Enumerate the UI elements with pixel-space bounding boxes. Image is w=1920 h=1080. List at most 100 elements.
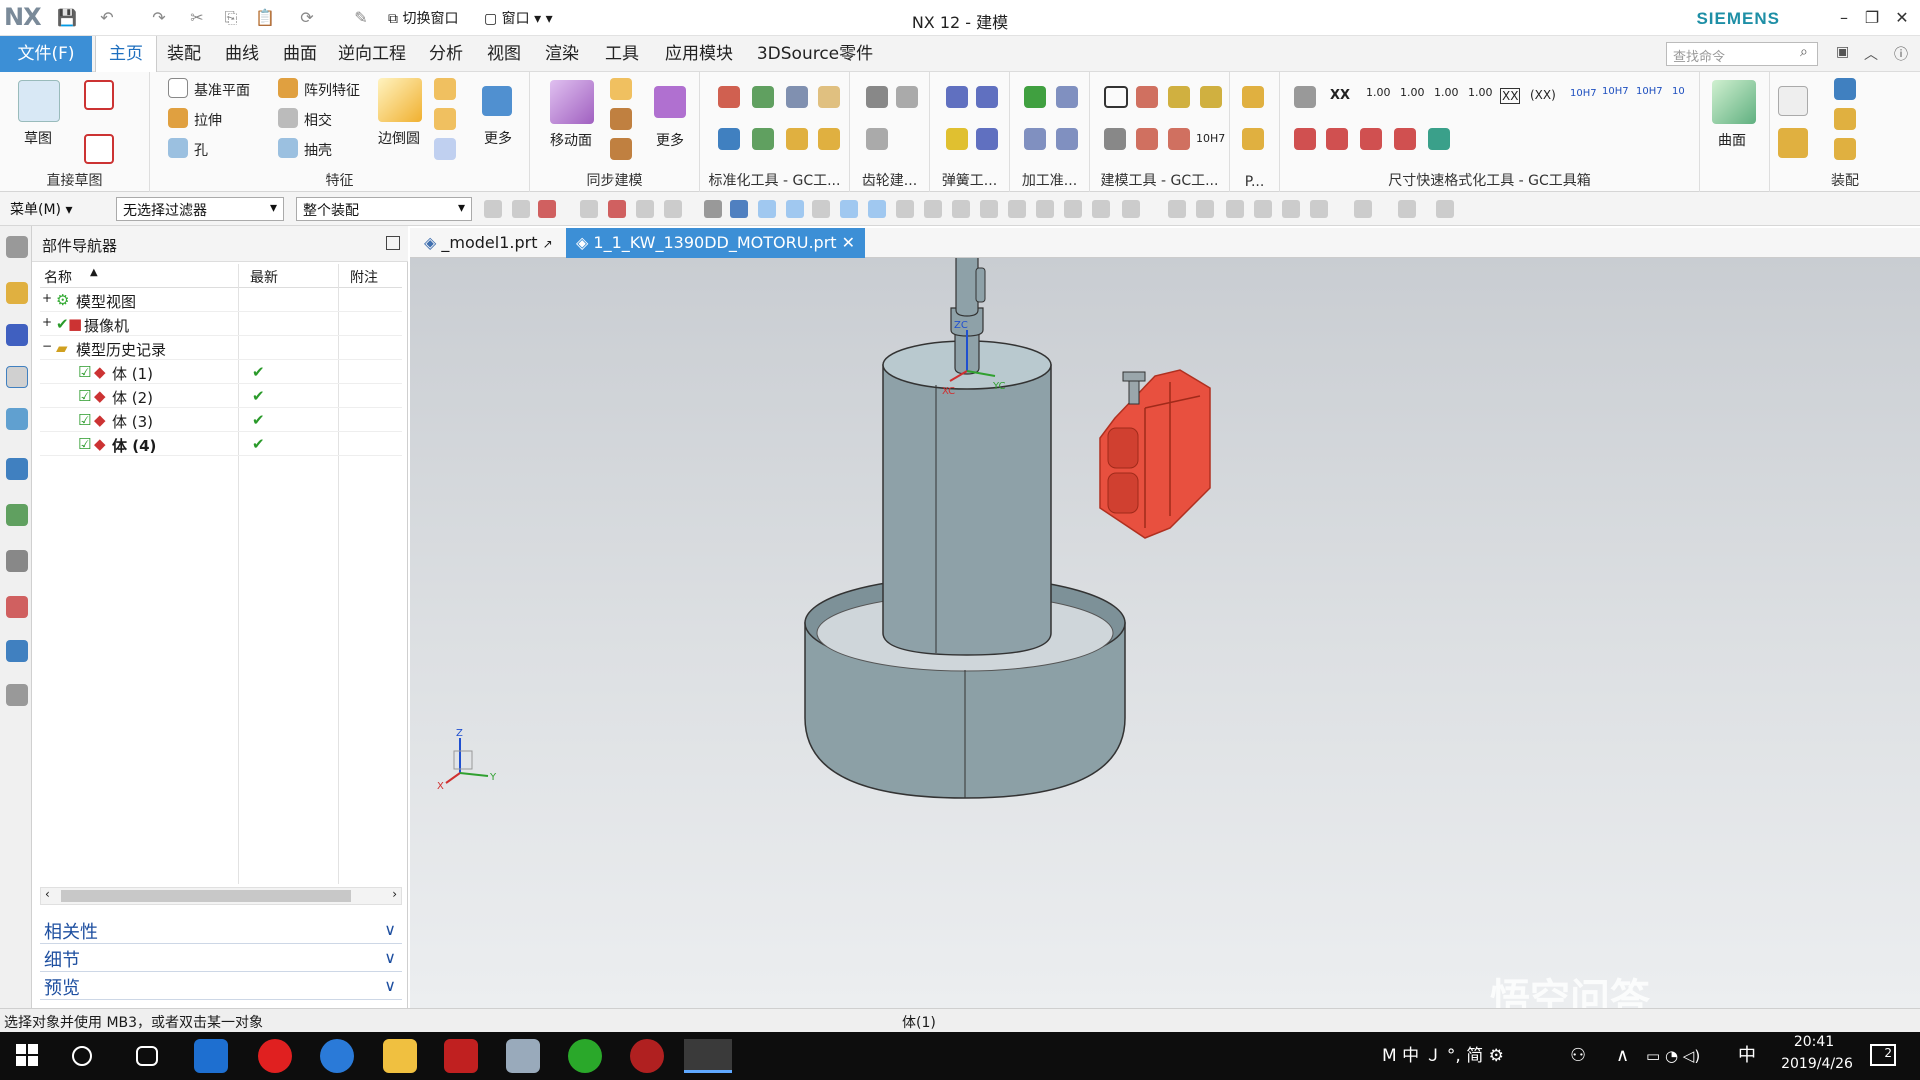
horizontal-scrollbar[interactable]: ‹ › [40,887,402,905]
intersect-icon[interactable] [278,108,298,128]
paste-icon[interactable]: 📋 [254,7,276,29]
dim-10h7-a[interactable]: 10H7 [1570,88,1597,99]
view-icon-1[interactable] [704,200,722,218]
machining-icon-c[interactable] [1024,128,1046,150]
kugou-icon[interactable] [320,1039,354,1073]
system-scene-icon[interactable] [6,684,28,706]
dim-icon-f[interactable] [1428,128,1450,150]
spline-icon[interactable] [84,80,114,110]
app-icon[interactable] [506,1039,540,1073]
panel-dependencies[interactable]: 相关性 ∨ [40,918,402,944]
part-navigator-icon[interactable] [6,366,28,388]
view-icon-18[interactable] [1196,200,1214,218]
dim-xx[interactable]: XX [1330,88,1350,103]
assembly-navigator-icon[interactable] [6,282,28,304]
gear-icon-c[interactable] [866,128,888,150]
modeling-icon-c[interactable] [1168,86,1190,108]
palette-icon[interactable] [6,596,28,618]
std-icon-e[interactable] [718,128,740,150]
hole-icon[interactable] [168,138,188,158]
snap-icon-1[interactable] [484,200,502,218]
web-browser-icon[interactable] [6,458,28,480]
dim-icon-a[interactable] [1294,86,1316,108]
collapse-icon[interactable]: − [42,339,52,353]
assembly-scope-select[interactable]: 整个装配 ▾ [296,197,472,221]
assembly-icon-b[interactable] [1778,128,1808,158]
snap-icon-2[interactable] [512,200,530,218]
edge-blend-icon[interactable] [378,78,422,122]
extrude-icon[interactable] [168,108,188,128]
wechat-icon[interactable] [568,1039,602,1073]
nav-row-body-3[interactable]: ☑ ◆ 体 (3) ✔ [40,408,402,432]
constraint-navigator-icon[interactable] [6,324,28,346]
more-features-button[interactable]: 更多 [484,128,512,148]
snap-icon-5[interactable] [608,200,626,218]
help-icon[interactable]: ⓘ [1894,44,1908,64]
input-lang[interactable]: 中 [1738,1032,1756,1080]
view-icon-14[interactable] [1064,200,1082,218]
group-label-std-tools[interactable]: 标准化工具 - GC工... [700,170,849,190]
clock-icon[interactable] [6,550,28,572]
tab-view[interactable]: 视图 [478,36,530,72]
view-icon-3[interactable] [758,200,776,218]
machining-icon-b[interactable] [1056,86,1078,108]
dim-100-a[interactable]: 1.00 [1366,86,1391,99]
group-label-machining[interactable]: 加工准... [1010,170,1089,190]
scroll-thumb[interactable] [61,890,351,902]
group-label-p[interactable]: P... [1230,174,1279,190]
file-menu-button[interactable]: 文件(F) [0,36,92,72]
dim-100-c[interactable]: 1.00 [1434,86,1459,99]
undo-icon[interactable]: ↶ [96,7,118,29]
p-icon-b[interactable] [1242,128,1264,150]
nx-taskbar-icon[interactable] [684,1039,732,1073]
extrude-button[interactable]: 拉伸 [194,110,222,130]
selection-filter-select[interactable]: 无选择过滤器 ▾ [116,197,284,221]
search-icon[interactable]: ⌕ [1800,44,1808,60]
std-icon-h[interactable] [818,128,840,150]
expand-icon[interactable]: + [42,291,52,305]
nav-row-model-history[interactable]: − ▰ 模型历史记录 [40,336,402,360]
tab-surface[interactable]: 曲面 [274,36,326,72]
view-icon-9[interactable] [924,200,942,218]
view-icon-12[interactable] [1008,200,1026,218]
main-cylinder[interactable] [882,364,1052,656]
file-explorer-icon[interactable] [383,1039,417,1073]
checkbox-icon[interactable]: ☑ [78,363,91,381]
file-tab-motoru[interactable]: ◈ 1_1_KW_1390DD_MOTORU.prt ✕ [566,228,866,258]
view-icon-13[interactable] [1036,200,1054,218]
window-menu-button[interactable]: ▢ 窗口 ▾ ▾ [484,8,553,28]
view-icon-11[interactable] [980,200,998,218]
spring-icon-d[interactable] [976,128,998,150]
nav-row-model-views[interactable]: + ⚙ 模型视图 [40,288,402,312]
more-sync-button[interactable]: 更多 [656,130,684,150]
system-tray-icons[interactable]: ▭ ◔ ◁) [1646,1032,1700,1080]
nav-row-body-4[interactable]: ☑ ◆ 体 (4) ✔ [40,432,402,456]
app-icon-b[interactable] [630,1039,664,1073]
array-feature-button[interactable]: 阵列特征 [304,80,360,100]
spring-icon[interactable] [946,86,968,108]
p-icon[interactable] [1242,86,1264,108]
dim-paren-xx[interactable]: (XX) [1530,88,1556,102]
tab-assembly[interactable]: 装配 [158,36,210,72]
model-view[interactable]: ZC XC YC Z X Y [410,252,1920,1008]
move-face-button[interactable]: 移动面 [550,130,592,150]
hole-button[interactable]: 孔 [194,140,208,160]
checkbox-icon[interactable]: ☑ [78,387,91,405]
ribbon-options-icon[interactable]: ▣ [1836,44,1849,60]
nav-row-body-1[interactable]: ☑ ◆ 体 (1) ✔ [40,360,402,384]
snap-icon-6[interactable] [636,200,654,218]
tray-expand-icon[interactable]: ∧ [1616,1032,1629,1080]
sketch-icon[interactable] [18,80,60,122]
modeling-icon-f[interactable] [1136,128,1158,150]
scroll-right-icon[interactable]: › [392,887,397,901]
netease-music-icon[interactable] [258,1039,292,1073]
expand-icon[interactable]: + [42,315,52,329]
view-icon-24[interactable] [1398,200,1416,218]
more-features-icon[interactable] [482,86,512,116]
shell-icon[interactable] [278,138,298,158]
snap-icon-3[interactable] [538,200,556,218]
spring-icon-b[interactable] [976,86,998,108]
nav-row-cameras[interactable]: + ✔ ■ 摄像机 [40,312,402,336]
intersect-button[interactable]: 相交 [304,110,332,130]
view-icon-19[interactable] [1226,200,1244,218]
